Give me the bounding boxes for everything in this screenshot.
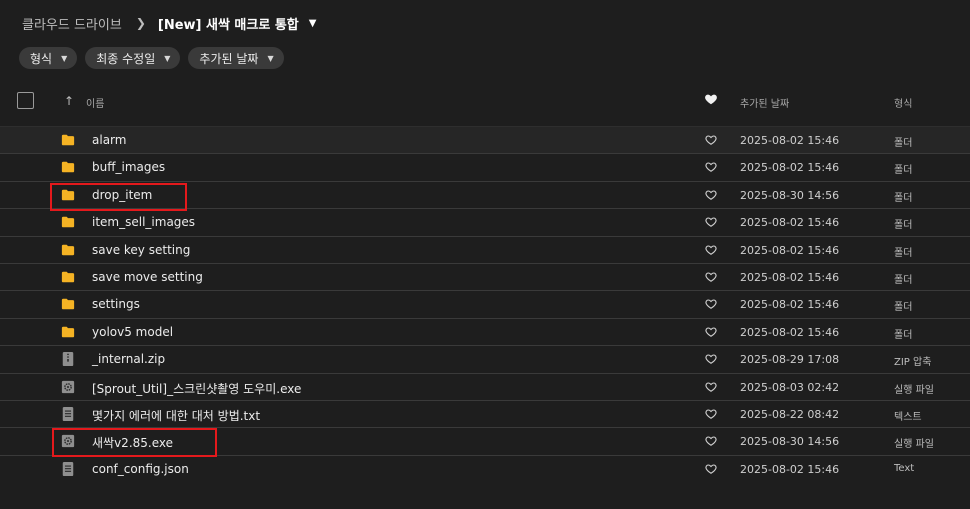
highlight-box-exe	[52, 428, 217, 457]
file-type: 폴더	[894, 165, 913, 177]
folder-icon	[61, 326, 75, 337]
chevron-down-icon: ▼	[267, 53, 274, 63]
file-date: 2025-08-02 15:46	[740, 298, 840, 312]
file-date: 2025-08-02 15:46	[740, 216, 840, 230]
list-header: ↑ 이름 추가된 날짜 형식	[0, 88, 970, 118]
file-type: 폴더	[894, 192, 913, 204]
favorite-heart-icon[interactable]	[705, 353, 717, 365]
file-date: 2025-08-02 15:46	[740, 134, 840, 147]
file-type: Text	[894, 462, 915, 474]
breadcrumb-current[interactable]: [New] 새싹 매크로 통합	[158, 14, 299, 33]
chevron-down-icon: ▼	[164, 53, 171, 63]
chevron-down-icon: ▼	[61, 53, 68, 63]
table-row[interactable]: alarm 2025-08-02 15:46 폴더	[0, 126, 970, 154]
sort-ascending-icon[interactable]: ↑	[64, 94, 74, 108]
column-header-name[interactable]: 이름	[86, 95, 104, 110]
file-date: 2025-08-02 15:46	[740, 462, 840, 476]
file-name[interactable]: save key setting	[92, 243, 190, 257]
breadcrumb: 클라우드 드라이브 ❯ [New] 새싹 매크로 통합 ▼	[22, 12, 316, 34]
favorite-heart-icon[interactable]	[704, 92, 718, 106]
favorite-heart-icon[interactable]	[705, 244, 717, 256]
favorite-heart-icon[interactable]	[705, 381, 717, 393]
file-date: 2025-08-02 15:46	[740, 270, 840, 284]
chevron-down-icon[interactable]: ▼	[309, 18, 317, 29]
table-row[interactable]: [Sprout_Util]_스크린샷촬영 도우미.exe 2025-08-03 0…	[0, 372, 970, 400]
filter-label: 형식	[30, 51, 53, 66]
file-type: 폴더	[894, 274, 913, 286]
file-date: 2025-08-02 15:46	[740, 161, 840, 175]
favorite-heart-icon[interactable]	[705, 134, 717, 146]
table-row[interactable]: save move setting 2025-08-02 15:46 폴더	[0, 262, 970, 290]
exe-icon	[61, 380, 75, 393]
folder-icon	[61, 134, 75, 146]
file-name[interactable]: settings	[92, 297, 140, 311]
file-name[interactable]: buff_images	[92, 160, 165, 174]
file-date: 2025-08-02 15:46	[740, 243, 840, 257]
file-name[interactable]: 몇가지 에러에 대한 대처 방법.txt	[92, 407, 260, 424]
file-type: 폴더	[894, 329, 913, 341]
select-all-checkbox[interactable]	[17, 92, 34, 109]
text-file-icon	[62, 406, 74, 421]
favorite-heart-icon[interactable]	[705, 189, 717, 201]
folder-icon	[61, 299, 75, 310]
file-type: 폴더	[894, 138, 913, 149]
favorite-heart-icon[interactable]	[705, 161, 717, 173]
table-row[interactable]: yolov5 model 2025-08-02 15:46 폴더	[0, 317, 970, 345]
table-row[interactable]: 몇가지 에러에 대한 대처 방법.txt 2025-08-22 08:42 텍스트	[0, 399, 970, 427]
favorite-heart-icon[interactable]	[705, 271, 717, 283]
file-type: 폴더	[894, 247, 913, 259]
filter-added-date-button[interactable]: 추가된 날짜 ▼	[188, 47, 284, 69]
column-header-type[interactable]: 형식	[894, 95, 912, 110]
file-date: 2025-08-30 14:56	[740, 188, 840, 202]
file-type: 폴더	[894, 220, 913, 232]
filter-type-button[interactable]: 형식 ▼	[19, 47, 78, 69]
file-name[interactable]: item_sell_images	[92, 215, 195, 229]
folder-icon	[61, 244, 75, 255]
file-date: 2025-08-29 17:08	[740, 353, 840, 367]
file-date: 2025-08-02 15:46	[740, 325, 840, 339]
table-row[interactable]: item_sell_images 2025-08-02 15:46 폴더	[0, 208, 970, 235]
file-name[interactable]: alarm	[92, 133, 126, 147]
file-type: 실행 파일	[894, 384, 934, 396]
favorite-heart-icon[interactable]	[705, 298, 717, 310]
file-type: 폴더	[894, 302, 913, 314]
file-name[interactable]: yolov5 model	[92, 325, 173, 339]
favorite-heart-icon[interactable]	[705, 408, 717, 420]
filter-label: 최종 수정일	[96, 51, 156, 66]
file-name[interactable]: _internal.zip	[92, 352, 165, 366]
highlight-box-drop-item	[50, 183, 187, 211]
column-header-date[interactable]: 추가된 날짜	[740, 95, 789, 110]
table-row[interactable]: _internal.zip 2025-08-29 17:08 ZIP 압축	[0, 345, 970, 372]
filter-label: 추가된 날짜	[199, 51, 259, 66]
file-date: 2025-08-22 08:42	[740, 407, 840, 421]
chevron-right-icon: ❯	[135, 16, 146, 30]
file-date: 2025-08-03 02:42	[740, 380, 840, 394]
table-row[interactable]: buff_images 2025-08-02 15:46 폴더	[0, 153, 970, 180]
filter-bar: 형식 ▼ 최종 수정일 ▼ 추가된 날짜 ▼	[19, 47, 284, 69]
text-file-icon	[62, 461, 74, 476]
file-name[interactable]: save move setting	[92, 270, 203, 284]
file-type: ZIP 압축	[894, 357, 932, 369]
favorite-heart-icon[interactable]	[705, 326, 717, 338]
favorite-heart-icon[interactable]	[705, 216, 717, 228]
file-name[interactable]: [Sprout_Util]_스크린샷촬영 도우미.exe	[92, 380, 301, 397]
folder-icon	[61, 162, 75, 173]
table-row[interactable]: conf_config.json 2025-08-02 15:46 Text	[0, 454, 970, 482]
favorite-heart-icon[interactable]	[705, 463, 717, 475]
table-row[interactable]: save key setting 2025-08-02 15:46 폴더	[0, 235, 970, 263]
breadcrumb-root[interactable]: 클라우드 드라이브	[22, 14, 122, 33]
filter-modified-button[interactable]: 최종 수정일 ▼	[85, 47, 181, 69]
table-row[interactable]: settings 2025-08-02 15:46 폴더	[0, 290, 970, 317]
file-type: 텍스트	[894, 411, 922, 423]
zip-icon	[62, 352, 74, 367]
folder-icon	[61, 271, 75, 283]
folder-icon	[61, 216, 75, 228]
favorite-heart-icon[interactable]	[705, 435, 717, 447]
file-name[interactable]: conf_config.json	[92, 462, 189, 476]
file-type: 실행 파일	[894, 439, 934, 451]
file-date: 2025-08-30 14:56	[740, 435, 840, 449]
